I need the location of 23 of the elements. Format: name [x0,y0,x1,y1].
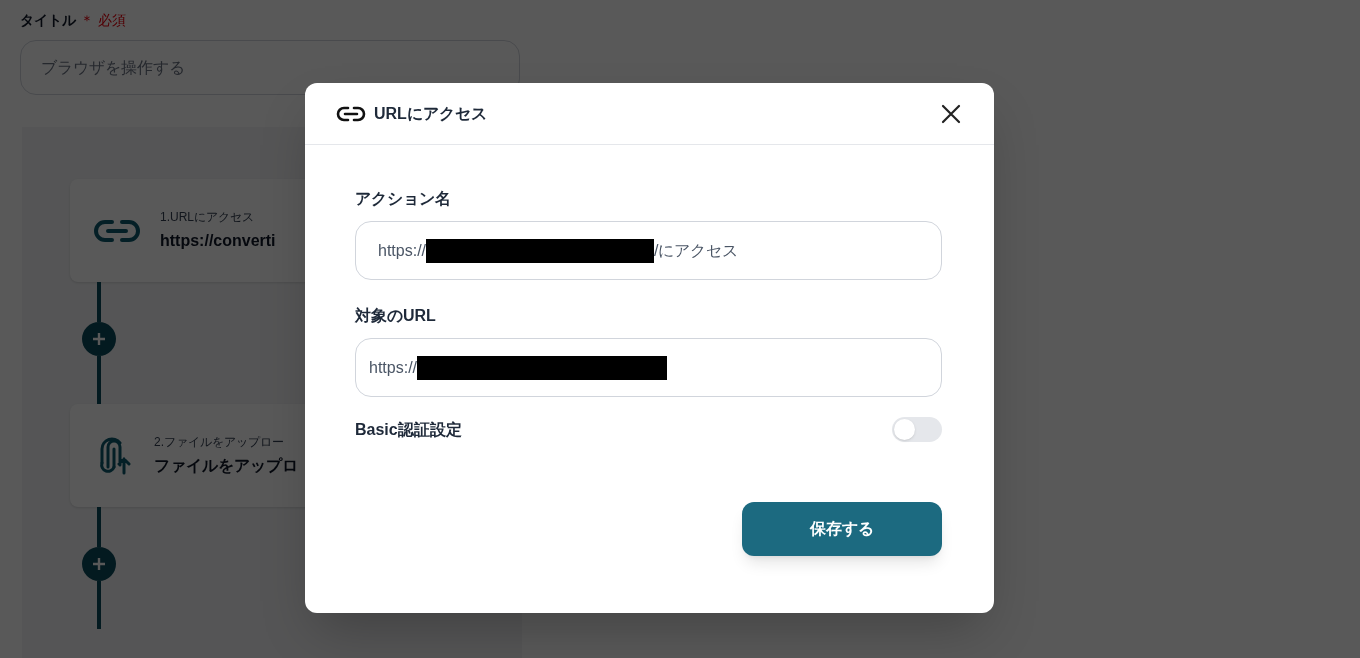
add-step-button[interactable] [82,322,116,356]
step-caption: 1.URLにアクセス [160,208,255,225]
step-title: ファイルをアップロ [154,455,298,476]
link-icon [336,104,366,123]
save-button[interactable]: 保存する [742,502,942,556]
dialog-title: URLにアクセス [374,103,487,124]
text-field[interactable]: https:// [355,338,942,397]
text-field[interactable]: https:// /にアクセス [355,221,942,280]
field-label: 対象のURL [355,306,437,326]
link-icon [94,217,140,244]
field-label: アクション名 [355,189,452,209]
close-icon [941,103,961,124]
field-value: https:// [378,240,427,261]
plus-icon [93,558,105,570]
plus-icon [93,333,105,345]
field-value: https:// [369,357,418,378]
field-label: タイトル [20,11,76,30]
step-title: https://converti [160,230,276,251]
add-step-button[interactable] [82,547,116,581]
toggle-switch[interactable] [892,417,942,442]
required-mark: ＊ 必須 [80,11,126,30]
field-label: Basic認証設定 [355,419,462,440]
field-value: /にアクセス [654,240,739,261]
